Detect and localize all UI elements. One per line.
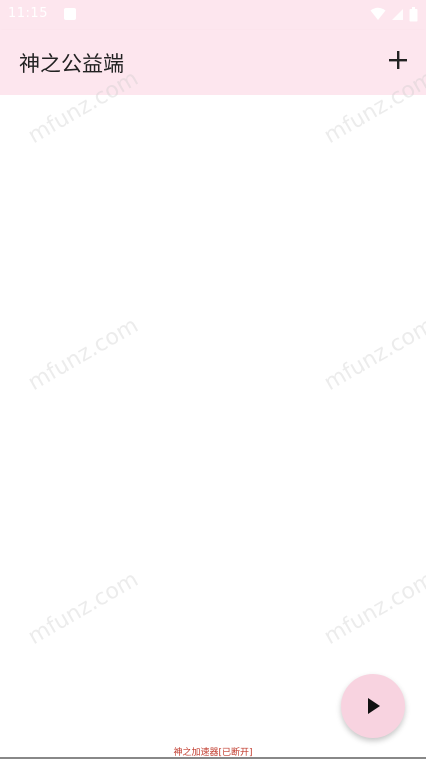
- notification-icon: [64, 8, 76, 20]
- wifi-icon: [370, 7, 386, 20]
- app-title: 神之公益端: [19, 52, 124, 76]
- play-icon: [368, 698, 380, 714]
- status-bar: 11:15: [0, 0, 426, 30]
- battery-icon: [409, 6, 418, 21]
- play-button[interactable]: [341, 674, 405, 738]
- app-screen: 11:15 神之公益端 mfunz.com mfunz.com mfunz.co: [0, 0, 426, 759]
- add-button[interactable]: [386, 48, 410, 72]
- signal-icon: [392, 8, 403, 20]
- app-bar: 神之公益端: [0, 30, 426, 95]
- status-icons: [370, 6, 418, 22]
- content-area: [0, 95, 426, 745]
- status-time: 11:15: [8, 6, 48, 21]
- plus-icon: [389, 51, 407, 69]
